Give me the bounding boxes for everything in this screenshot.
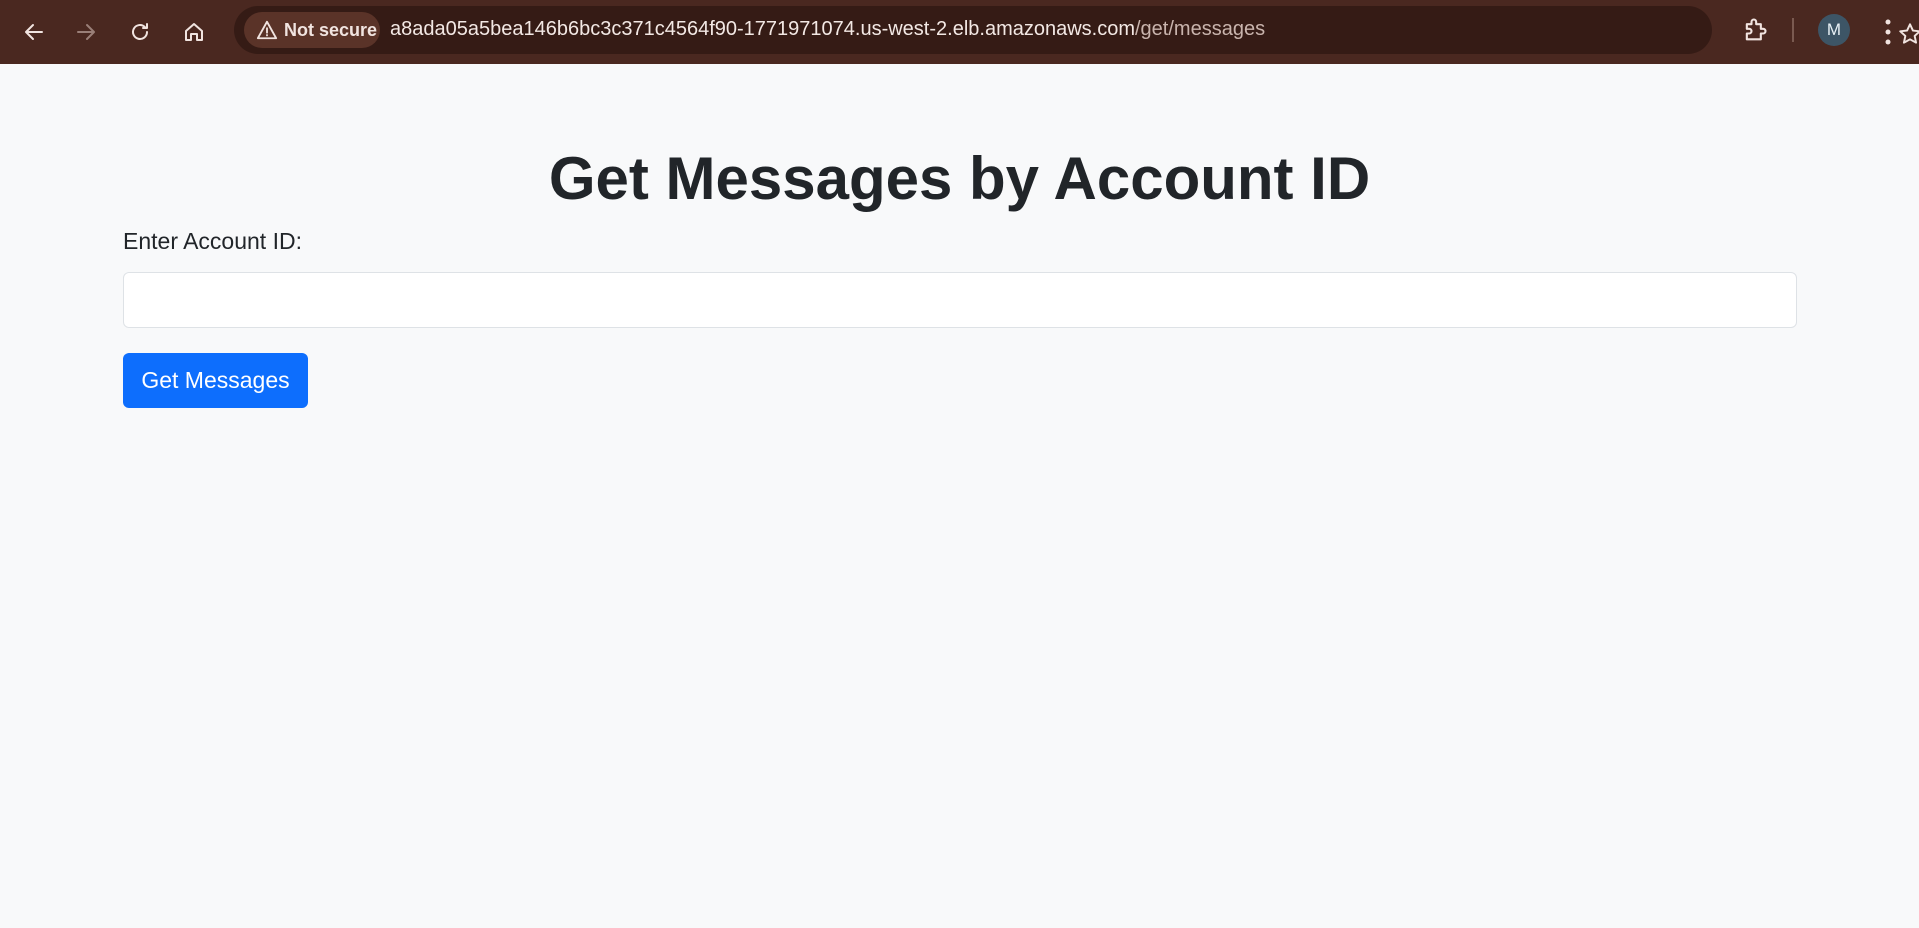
url-host: a8ada05a5bea146b6bc3c371c4564f90-1771971… — [390, 18, 1135, 40]
forward-icon — [77, 24, 95, 40]
reload-icon — [132, 23, 148, 40]
home-button[interactable] — [174, 12, 214, 52]
extensions-icon — [1745, 18, 1767, 41]
back-icon — [25, 24, 43, 40]
warning-icon — [256, 20, 278, 40]
security-label: Not secure — [284, 19, 378, 40]
security-chip[interactable]: Not secure — [244, 12, 380, 48]
kebab-menu-icon — [1885, 19, 1891, 45]
profile-avatar[interactable]: M — [1818, 14, 1850, 46]
back-button[interactable] — [14, 12, 54, 52]
browser-menu-button[interactable] — [1872, 12, 1904, 52]
browser-toolbar: Not secure a8ada05a5bea146b6bc3c371c4564… — [0, 0, 1919, 64]
reload-button[interactable] — [120, 12, 160, 52]
url-text[interactable]: a8ada05a5bea146b6bc3c371c4564f90-1771971… — [390, 18, 1265, 41]
url-path: /get/messages — [1135, 18, 1266, 40]
page-title: Get Messages by Account ID — [548, 145, 1371, 212]
extensions-button[interactable] — [1733, 8, 1777, 52]
account-id-label: Enter Account ID: — [123, 228, 302, 254]
get-messages-button[interactable]: Get Messages — [123, 353, 308, 408]
forward-button[interactable] — [66, 12, 106, 52]
toolbar-divider — [1792, 18, 1794, 42]
account-id-input[interactable] — [123, 272, 1797, 328]
home-icon — [185, 23, 203, 41]
address-bar[interactable]: Not secure a8ada05a5bea146b6bc3c371c4564… — [234, 6, 1919, 54]
